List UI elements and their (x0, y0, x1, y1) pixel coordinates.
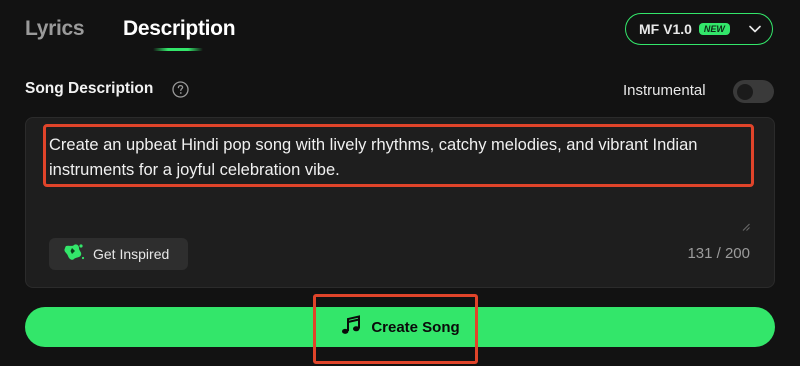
instrumental-toggle[interactable] (733, 80, 774, 103)
help-icon[interactable] (172, 81, 189, 98)
active-tab-indicator (153, 48, 203, 51)
get-inspired-button[interactable]: Get Inspired (49, 238, 188, 270)
toggle-knob (737, 83, 753, 100)
instrumental-label: Instrumental (623, 82, 706, 99)
character-counter: 131 / 200 (687, 245, 750, 262)
sparkle-icon (63, 242, 85, 267)
tab-description[interactable]: Description (123, 17, 236, 41)
new-badge: NEW (698, 23, 730, 35)
get-inspired-label: Get Inspired (93, 246, 170, 262)
music-note-icon (340, 314, 362, 341)
chevron-down-icon (749, 25, 761, 33)
create-song-label: Create Song (371, 318, 460, 336)
resize-handle-icon[interactable] (742, 218, 750, 231)
create-song-button[interactable]: Create Song (25, 307, 775, 347)
model-label: MF V1.0 (639, 21, 692, 37)
description-text: Create an upbeat Hindi pop song with liv… (49, 136, 698, 179)
section-title-song-description: Song Description (25, 80, 154, 97)
tab-lyrics[interactable]: Lyrics (25, 17, 85, 41)
model-select[interactable]: MF V1.0 NEW (625, 13, 773, 45)
